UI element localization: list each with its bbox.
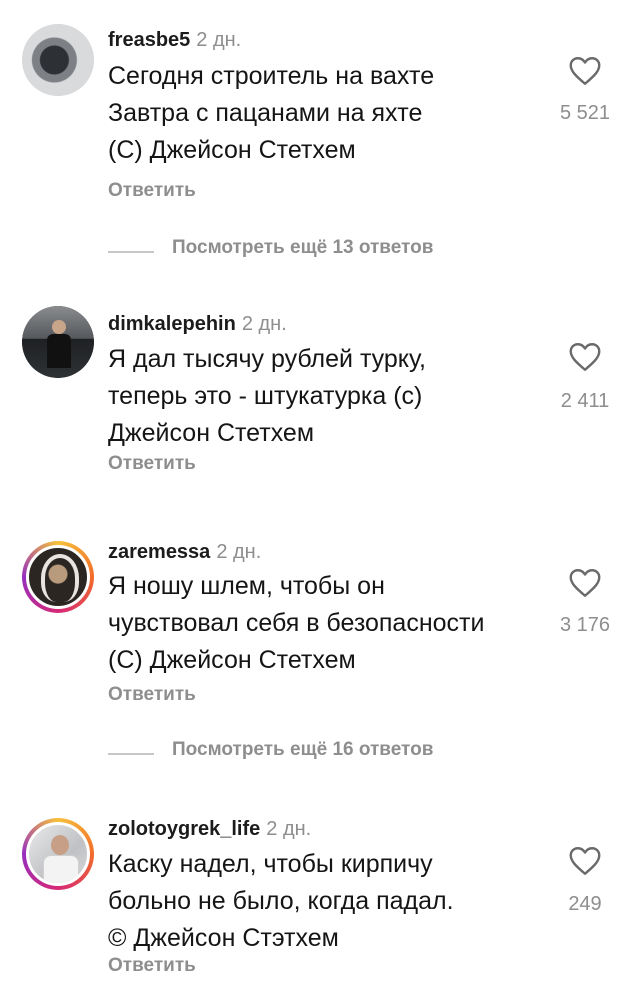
avatar[interactable] xyxy=(22,541,94,613)
username[interactable]: freasbe5 xyxy=(108,29,190,51)
comment-line: Я дал тысячу рублей турку, xyxy=(108,345,426,373)
heart-outline-icon[interactable] xyxy=(566,339,604,375)
comment-line: (С) Джейсон Стетхем xyxy=(108,646,356,674)
comment-line: © Джейсон Стэтхем xyxy=(108,924,339,952)
comment-text: Я дал тысячу рублей турку, теперь это - … xyxy=(108,341,538,452)
like-count: 249 xyxy=(568,893,602,915)
like-count: 3 176 xyxy=(559,614,611,636)
reply-button[interactable]: Ответить xyxy=(108,453,196,475)
comment-line: Завтра с пацанами на яхте xyxy=(108,99,423,127)
comment-line: Джейсон Стетхем xyxy=(108,419,315,447)
avatar[interactable] xyxy=(22,306,94,378)
comment-meta: zaremessa 2 дн. xyxy=(108,541,261,564)
heart-outline-icon[interactable] xyxy=(566,843,604,879)
username[interactable]: zolotoygrek_life xyxy=(108,818,260,840)
view-more-replies[interactable]: Посмотреть ещё 16 ответов xyxy=(0,739,640,769)
comment-line: чувствовал себя в безопасности xyxy=(108,609,485,637)
username[interactable]: zaremessa xyxy=(108,541,210,563)
comment-meta: zolotoygrek_life 2 дн. xyxy=(108,818,311,841)
comment-meta: dimkalepehin 2 дн. xyxy=(108,313,287,336)
view-more-label[interactable]: Посмотреть ещё 16 ответов xyxy=(172,739,433,761)
comment-line: Сегодня строитель на вахте xyxy=(108,62,435,90)
divider-line xyxy=(108,753,154,755)
reply-button[interactable]: Ответить xyxy=(108,955,196,977)
reply-button[interactable]: Ответить xyxy=(108,684,196,706)
view-more-label[interactable]: Посмотреть ещё 13 ответов xyxy=(172,237,433,259)
comment-text: Каску надел, чтобы кирпичу больно не был… xyxy=(108,846,538,957)
timestamp: 2 дн. xyxy=(216,541,262,563)
like-count: 5 521 xyxy=(559,102,611,124)
reply-button[interactable]: Ответить xyxy=(108,180,196,202)
timestamp: 2 дн. xyxy=(241,313,287,335)
comment-line: Я ношу шлем, чтобы он xyxy=(108,572,385,600)
avatar[interactable] xyxy=(22,24,94,96)
comment-text: Я ношу шлем, чтобы он чувствовал себя в … xyxy=(108,568,538,679)
timestamp: 2 дн. xyxy=(196,29,242,51)
heart-outline-icon[interactable] xyxy=(566,53,604,89)
comment-line: (С) Джейсон Стетхем xyxy=(108,136,356,164)
comment-line: Каску надел, чтобы кирпичу xyxy=(108,850,433,878)
divider-line xyxy=(108,251,154,253)
comment-meta: freasbe5 2 дн. xyxy=(108,29,241,52)
view-more-replies[interactable]: Посмотреть ещё 13 ответов xyxy=(0,237,640,267)
timestamp: 2 дн. xyxy=(266,818,312,840)
comment-line: теперь это - штукатурка (с) xyxy=(108,382,423,410)
like-count: 2 411 xyxy=(560,390,610,412)
heart-outline-icon[interactable] xyxy=(566,565,604,601)
avatar[interactable] xyxy=(22,818,94,890)
comment-text: Сегодня строитель на вахте Завтра с паца… xyxy=(108,58,538,169)
comment-line: больно не было, когда падал. xyxy=(108,887,454,915)
username[interactable]: dimkalepehin xyxy=(108,313,236,335)
